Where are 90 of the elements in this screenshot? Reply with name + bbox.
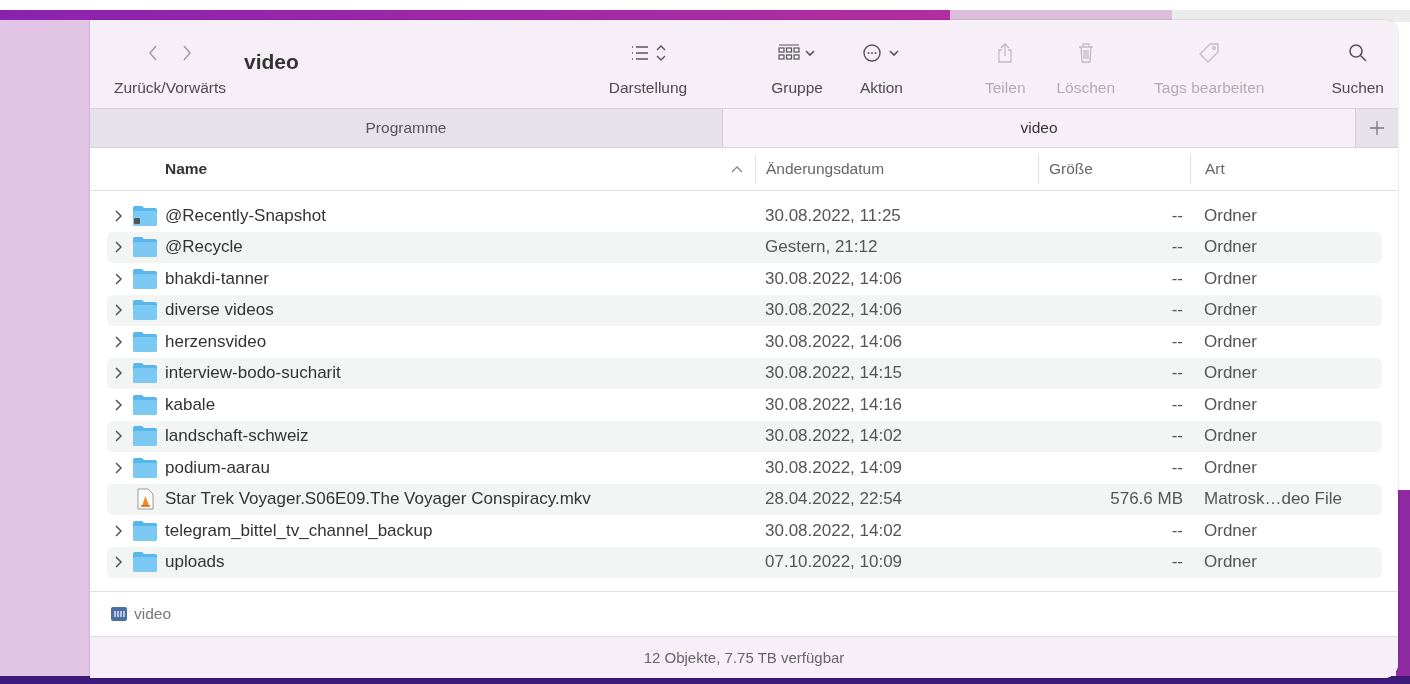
folder-icon (132, 267, 158, 290)
drive-icon (110, 606, 128, 622)
size-cell-text: -- (1170, 205, 1184, 226)
disclosure-icon[interactable] (114, 303, 124, 318)
file-name[interactable]: bhakdi-tanner (165, 268, 269, 289)
tab[interactable]: video (723, 109, 1356, 147)
date-cell-text: 30.08.2022, 14:06 (764, 268, 904, 289)
search-icon (1346, 42, 1369, 64)
action-button[interactable]: Aktion (859, 20, 903, 98)
file-name[interactable]: uploads (165, 552, 225, 573)
size-cell-text: -- (1170, 331, 1184, 352)
tag-icon (1197, 42, 1222, 64)
date-cell-text: 30.08.2022, 11:25 (764, 205, 902, 226)
date-cell-text: 28.04.2022, 22:54 (764, 489, 904, 510)
group-button[interactable]: Gruppe (771, 20, 823, 98)
size-cell-text: -- (1170, 300, 1184, 321)
column-header[interactable]: Art (1190, 154, 1398, 184)
file-name[interactable]: @Recycle (165, 237, 243, 258)
disclosure-icon[interactable] (114, 208, 124, 223)
toolbar-label: Zurück/Vorwärts (114, 79, 226, 97)
folder-icon (132, 425, 158, 448)
tab[interactable]: Programme (90, 109, 723, 147)
disclosure-icon[interactable] (114, 460, 124, 475)
file-name[interactable]: herzensvideo (165, 331, 267, 352)
disclosure-icon[interactable] (114, 397, 124, 412)
file-name[interactable]: diverse videos (165, 300, 274, 321)
kind-cell-text: Ordner (1203, 394, 1258, 415)
column-header[interactable]: Änderungsdatum (755, 154, 1038, 184)
size-cell-text: -- (1170, 520, 1184, 541)
file-name[interactable]: interview-bodo-sucharit (165, 363, 341, 384)
date-cell-text: 07.10.2022, 10:09 (764, 552, 904, 573)
column-header[interactable]: Name (107, 154, 755, 184)
date-cell-text: 30.08.2022, 14:09 (764, 457, 904, 478)
disclosure-icon[interactable] (114, 240, 124, 255)
size-cell-text: -- (1170, 268, 1184, 289)
kind-cell-text: Ordner (1203, 237, 1258, 258)
folder-icon (132, 519, 158, 542)
view-button[interactable]: Darstellung (608, 20, 688, 98)
sort-icon (731, 165, 743, 173)
kind-cell-text: Ordner (1203, 457, 1258, 478)
kind-cell-text: Ordner (1203, 363, 1258, 384)
date-cell-text: 30.08.2022, 14:02 (764, 520, 904, 541)
date-cell-text: 30.08.2022, 14:02 (764, 426, 904, 447)
disclosure-icon[interactable] (114, 334, 124, 349)
date-cell-text: 30.08.2022, 14:15 (764, 363, 904, 384)
disclosure-icon[interactable] (114, 429, 124, 444)
file-name[interactable]: @Recently-Snapshot (165, 205, 326, 226)
file-name[interactable]: kabale (165, 394, 216, 415)
size-cell-text: -- (1170, 237, 1184, 258)
folder-icon (132, 456, 158, 479)
kind-cell-text: Ordner (1203, 268, 1258, 289)
date-cell-text: 30.08.2022, 14:16 (764, 394, 904, 415)
path-item[interactable]: video (134, 605, 172, 623)
folder-icon (132, 362, 158, 385)
date-cell-text: 30.08.2022, 14:06 (764, 331, 904, 352)
kind-cell-text: Ordner (1203, 520, 1258, 541)
disclosure-icon[interactable] (114, 555, 124, 570)
size-cell-text: 576.6 MB (1109, 489, 1184, 510)
ellipsis-icon (861, 42, 902, 64)
folder-icon (132, 330, 158, 353)
status-text: 12 Objekte, 7.75 TB verfügbar (643, 649, 845, 666)
disclosure-icon[interactable] (114, 366, 124, 381)
folder-icon (132, 551, 158, 574)
kind-cell-text: Ordner (1203, 300, 1258, 321)
plus-icon (1369, 120, 1385, 136)
window-title: video (244, 50, 299, 74)
kind-cell-text: Ordner (1203, 426, 1258, 447)
size-cell-text: -- (1170, 363, 1184, 384)
search-button[interactable]: Suchen (1331, 20, 1384, 98)
disclosure-icon[interactable] (114, 271, 124, 286)
size-cell-text: -- (1170, 394, 1184, 415)
folder-icon (132, 204, 158, 227)
date-cell-text: 30.08.2022, 14:06 (764, 300, 904, 321)
kind-cell-text: Ordner (1203, 205, 1258, 226)
kind-cell-text: Ordner (1203, 331, 1258, 352)
size-cell-text: -- (1170, 552, 1184, 573)
size-cell-text: -- (1170, 426, 1184, 447)
date-cell-text: Gestern, 21:12 (764, 237, 879, 258)
file-name[interactable]: telegram_bittel_tv_channel_backup (165, 520, 433, 541)
column-header[interactable]: Größe (1038, 154, 1190, 184)
size-cell-text: -- (1170, 457, 1184, 478)
kind-cell-text: Ordner (1203, 552, 1258, 573)
file-name[interactable]: podium-aarau (165, 457, 270, 478)
folder-icon (132, 299, 158, 322)
file-name[interactable]: landschaft-schweiz (165, 426, 309, 447)
folder-icon (132, 393, 158, 416)
file-name[interactable]: Star Trek Voyager.S06E09.The Voyager Conspiracy.mkv (165, 489, 591, 510)
disclosure-icon[interactable] (114, 523, 124, 538)
kind-cell-text: Matrosk…deo File (1203, 489, 1343, 510)
folder-icon (132, 236, 158, 259)
